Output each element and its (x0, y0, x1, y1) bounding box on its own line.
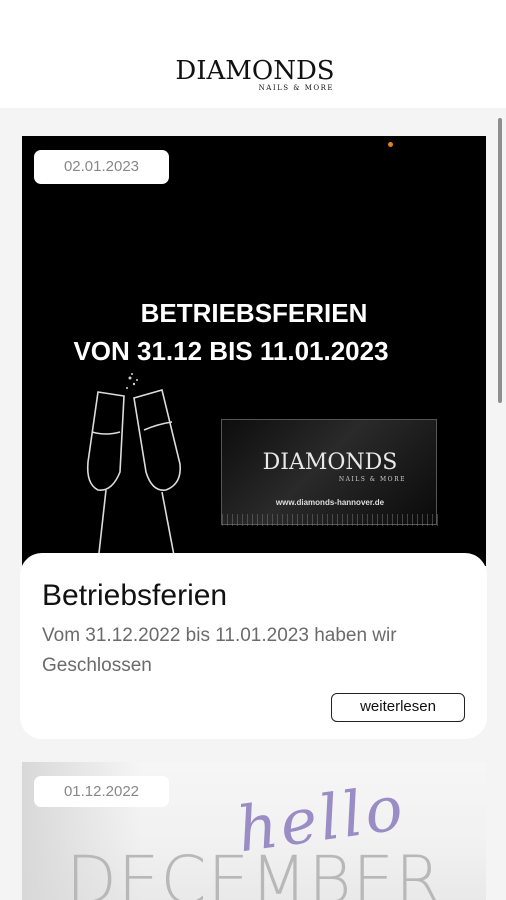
post-image-betriebsferien[interactable]: 02.01.2023 BETRIEBSFERIEN VON 31.12 BIS … (22, 136, 486, 566)
image-headline: BETRIEBSFERIEN (140, 298, 368, 328)
image-subheadline: VON 31.12 BIS 11.01.2023 (73, 336, 389, 366)
diamonds-logo-banner: DIAMONDS NAILS & MORE www.diamonds-hanno… (221, 419, 438, 526)
december-text: DECEMBER (66, 842, 443, 900)
champagne-glasses-icon (79, 373, 197, 566)
logo-tagline: NAILS & MORE (258, 84, 334, 92)
logo-wordmark: DIAMONDS (175, 56, 335, 86)
post-date-badge: 01.12.2022 (34, 776, 169, 807)
scrollbar[interactable] (498, 118, 502, 403)
post-card-betriebsferien[interactable]: Betriebsferien Vom 31.12.2022 bis 11.01.… (20, 553, 487, 739)
read-more-button[interactable]: weiterlesen (331, 693, 465, 722)
banner-tagline: NAILS & MORE (338, 476, 406, 483)
post-date-badge: 02.01.2023 (34, 150, 169, 184)
post-description: Vom 31.12.2022 bis 11.01.2023 haben wir … (42, 625, 397, 676)
post-image-december[interactable]: 01.12.2022 hello DECEMBER (22, 762, 486, 900)
post-title: Betriebsferien (42, 579, 228, 612)
decorative-dot (388, 142, 393, 147)
sparkle-decoration (222, 514, 438, 526)
diamonds-logo: DIAMONDS NAILS & MORE (170, 56, 340, 100)
app-header: DIAMONDS NAILS & MORE (0, 0, 506, 108)
banner-wordmark: DIAMONDS (262, 450, 398, 475)
banner-url: www.diamonds-hannover.de (275, 498, 385, 507)
